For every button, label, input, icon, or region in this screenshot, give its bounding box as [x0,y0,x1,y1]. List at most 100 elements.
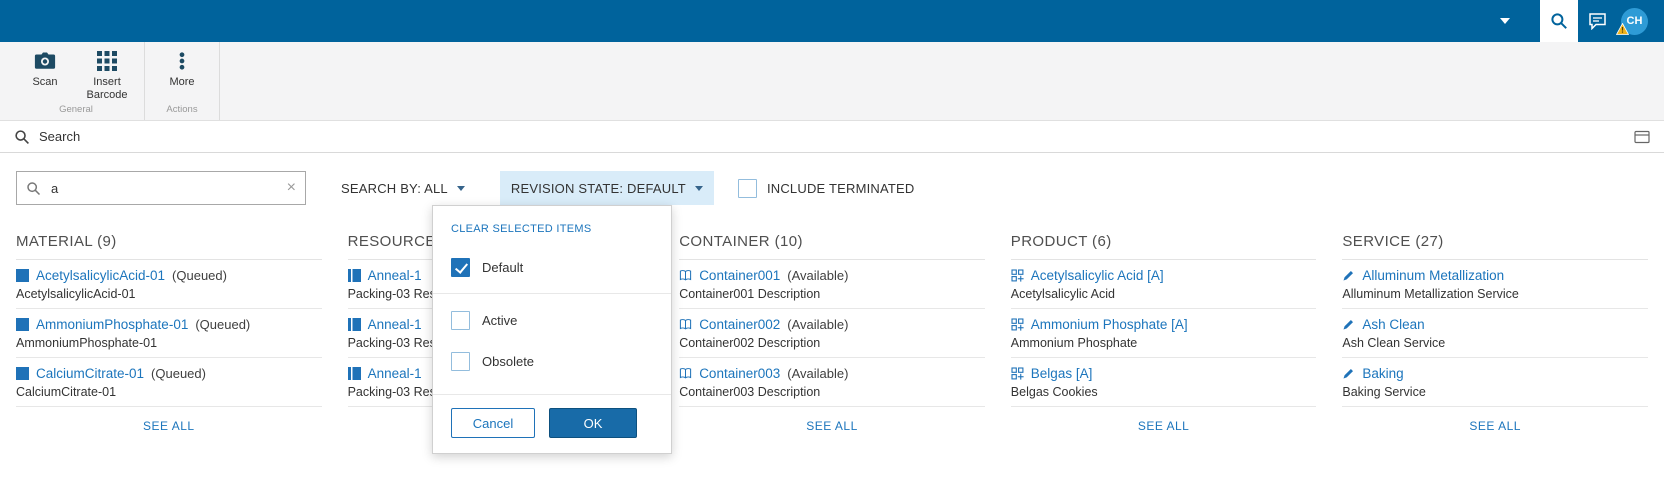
column-header: CONTAINER (10) [679,233,985,260]
item-name[interactable]: Baking [1362,366,1403,381]
item-status: (Available) [787,317,848,332]
item-description: Acetylsalicylic Acid [1011,287,1317,301]
item-description: Belgas Cookies [1011,385,1317,399]
revision-state-dropdown[interactable]: REVISION STATE: DEFAULT [500,171,714,205]
list-item[interactable]: Baking Baking Service [1342,358,1648,407]
list-item[interactable]: CalciumCitrate-01 (Queued) CalciumCitrat… [16,358,322,407]
list-item[interactable]: Alluminum Metallization Alluminum Metall… [1342,260,1648,309]
service-icon [1342,318,1355,331]
item-description: Ammonium Phosphate [1011,336,1317,350]
item-name[interactable]: Anneal-1 [368,317,422,332]
container-icon [679,269,692,282]
ok-button[interactable]: OK [549,408,637,438]
list-item[interactable]: Acetylsalicylic Acid [A] Acetylsalicylic… [1011,260,1317,309]
item-name[interactable]: Ash Clean [1362,317,1424,332]
list-item[interactable]: Ash Clean Ash Clean Service [1342,309,1648,358]
item-name[interactable]: AmmoniumPhosphate-01 [36,317,188,332]
include-terminated-checkbox[interactable] [738,179,757,198]
list-item[interactable]: Belgas [A] Belgas Cookies [1011,358,1317,407]
list-item[interactable]: Ammonium Phosphate [A] Ammonium Phosphat… [1011,309,1317,358]
list-item[interactable]: Container003 (Available) Container003 De… [679,358,985,407]
item-name[interactable]: Ammonium Phosphate [A] [1031,317,1188,332]
insert-barcode-button[interactable]: Insert Barcode [78,51,136,101]
list-item[interactable]: Container001 (Available) Container001 De… [679,260,985,309]
item-description: Container001 Description [679,287,985,301]
container-icon [679,318,692,331]
material-icon [16,367,29,380]
chevron-down-icon [457,186,465,191]
clear-selected-items-link[interactable]: CLEAR SELECTED ITEMS [433,206,671,247]
open-panel-icon[interactable] [1634,130,1650,144]
item-status: (Queued) [151,366,206,381]
revision-option-default[interactable]: Default [433,247,671,294]
service-icon [1342,367,1355,380]
checkbox-unchecked-icon[interactable] [451,352,470,371]
resource-icon [348,367,361,380]
item-name[interactable]: CalciumCitrate-01 [36,366,144,381]
see-all-link[interactable]: SEE ALL [1342,407,1648,445]
list-item[interactable]: AmmoniumPhosphate-01 (Queued) AmmoniumPh… [16,309,322,358]
scan-button-label: Scan [32,76,57,89]
results-column-service: SERVICE (27) Alluminum Metallization All… [1342,233,1648,445]
item-name[interactable]: Container002 [699,317,780,332]
item-status: (Available) [787,268,848,283]
item-name[interactable]: Alluminum Metallization [1362,268,1504,283]
search-tab[interactable] [1540,0,1578,42]
more-button-label: More [169,76,194,89]
search-by-dropdown[interactable]: SEARCH BY: ALL [330,171,476,205]
search-input-box [16,171,306,205]
item-name[interactable]: Anneal-1 [368,268,422,283]
search-icon [1550,12,1568,30]
chevron-down-icon[interactable] [1500,18,1510,24]
scan-button[interactable]: Scan [16,51,74,89]
ribbon-group-actions: More Actions [145,42,220,120]
checkbox-checked-icon[interactable] [451,258,470,277]
item-description: AmmoniumPhosphate-01 [16,336,322,350]
search-icon [14,129,30,145]
see-all-link[interactable]: SEE ALL [679,407,985,445]
feedback-icon[interactable] [1588,12,1607,30]
revision-state-label: REVISION STATE: DEFAULT [511,181,686,196]
include-terminated-filter: INCLUDE TERMINATED [738,179,915,198]
cancel-button[interactable]: Cancel [451,408,535,438]
item-description: Alluminum Metallization Service [1342,287,1648,301]
main-content: SEARCH BY: ALL REVISION STATE: DEFAULT I… [0,153,1664,445]
item-description: Container003 Description [679,385,985,399]
revision-option-obsolete[interactable]: Obsolete [433,341,671,382]
list-item[interactable]: AcetylsalicylicAcid-01 (Queued) Acetylsa… [16,260,322,309]
results-column-product: PRODUCT (6) Acetylsalicylic Acid [A] Ace… [1011,233,1317,445]
resource-icon [348,318,361,331]
item-description: AcetylsalicylicAcid-01 [16,287,322,301]
revision-state-panel: CLEAR SELECTED ITEMS Default Active Obso… [432,205,672,454]
item-description: Ash Clean Service [1342,336,1648,350]
item-status: (Available) [787,366,848,381]
item-name[interactable]: Container001 [699,268,780,283]
product-icon [1011,318,1024,331]
results-grid: MATERIAL (9) AcetylsalicylicAcid-01 (Que… [16,233,1648,445]
insert-barcode-button-label: Insert Barcode [78,76,136,101]
revision-option-active[interactable]: Active [433,300,671,341]
clear-search-icon[interactable] [287,180,296,196]
item-status: (Queued) [172,268,227,283]
item-name[interactable]: AcetylsalicylicAcid-01 [36,268,165,283]
item-name[interactable]: Anneal-1 [368,366,422,381]
search-icon [26,181,41,196]
option-label: Default [482,260,523,275]
item-name[interactable]: Container003 [699,366,780,381]
list-item[interactable]: Container002 (Available) Container002 De… [679,309,985,358]
ribbon-group-general: Scan Insert Barcode General [8,42,145,120]
search-input[interactable] [49,180,279,197]
see-all-link[interactable]: SEE ALL [16,407,322,445]
more-button[interactable]: More [153,51,211,89]
item-description: Container002 Description [679,336,985,350]
results-column-material: MATERIAL (9) AcetylsalicylicAcid-01 (Que… [16,233,322,445]
see-all-link[interactable]: SEE ALL [1011,407,1317,445]
checkbox-unchecked-icon[interactable] [451,311,470,330]
avatar[interactable]: CH [1621,8,1648,35]
ribbon-group-label-general: General [16,102,136,120]
option-label: Obsolete [482,354,534,369]
item-description: Baking Service [1342,385,1648,399]
item-name[interactable]: Belgas [A] [1031,366,1093,381]
item-name[interactable]: Acetylsalicylic Acid [A] [1031,268,1164,283]
ellipsis-icon [172,51,192,71]
